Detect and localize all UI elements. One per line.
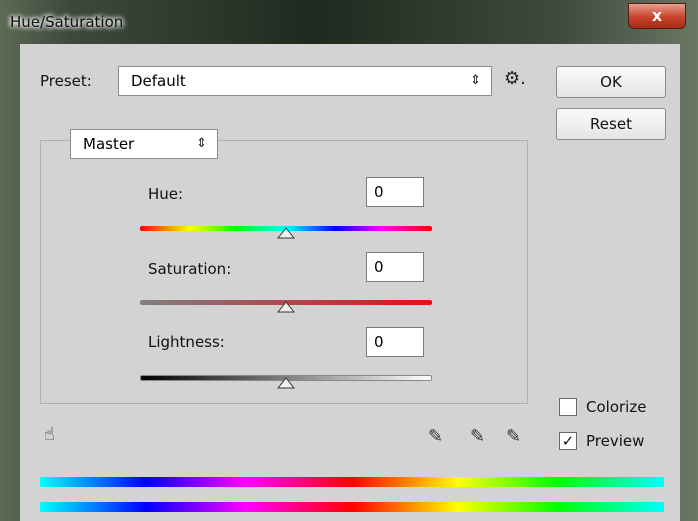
preview-label: Preview [586, 432, 645, 450]
window-title: Hue/Saturation [10, 13, 124, 31]
saturation-label: Saturation: [148, 260, 232, 278]
lightness-label: Lightness: [148, 333, 225, 351]
updown-arrows-icon: ⇕ [196, 136, 207, 151]
title-bar[interactable]: Hue/Saturation x [0, 0, 698, 44]
lightness-slider-thumb[interactable] [277, 377, 295, 389]
eyedropper-icon[interactable]: ✎ [428, 426, 443, 447]
close-button[interactable]: x [628, 3, 686, 29]
reset-button[interactable]: Reset [556, 108, 666, 140]
hue-label: Hue: [148, 185, 184, 203]
hue-saturation-dialog: Hue/Saturation x Preset: Default ⇕ ⚙. OK… [0, 0, 698, 521]
ok-button[interactable]: OK [556, 66, 666, 98]
gear-icon[interactable]: ⚙. [504, 68, 526, 89]
hue-input[interactable]: 0 [366, 177, 424, 207]
hue-slider-thumb[interactable] [277, 227, 295, 239]
channel-value: Master [83, 135, 135, 153]
output-color-spectrum [40, 502, 664, 512]
input-color-spectrum [40, 477, 664, 487]
preview-checkbox[interactable]: ✓ [559, 432, 577, 450]
colorize-checkbox[interactable] [559, 398, 577, 416]
eyedropper-minus-icon[interactable]: ✎ [506, 426, 521, 447]
channel-select[interactable]: Master ⇕ [70, 129, 218, 159]
dialog-client: Preset: Default ⇕ ⚙. OK Reset Master ⇕ H… [20, 44, 680, 521]
hand-adjust-icon[interactable]: ☝ [44, 424, 55, 445]
eyedropper-plus-icon[interactable]: ✎ [470, 426, 485, 447]
preset-label: Preset: [40, 72, 92, 90]
saturation-slider-thumb[interactable] [277, 301, 295, 313]
preset-select[interactable]: Default ⇕ [118, 66, 492, 96]
colorize-label: Colorize [586, 398, 647, 416]
updown-arrows-icon: ⇕ [470, 73, 481, 88]
lightness-input[interactable]: 0 [366, 327, 424, 357]
preset-value: Default [131, 72, 186, 90]
saturation-input[interactable]: 0 [366, 252, 424, 282]
adjustment-groupbox [40, 140, 528, 404]
